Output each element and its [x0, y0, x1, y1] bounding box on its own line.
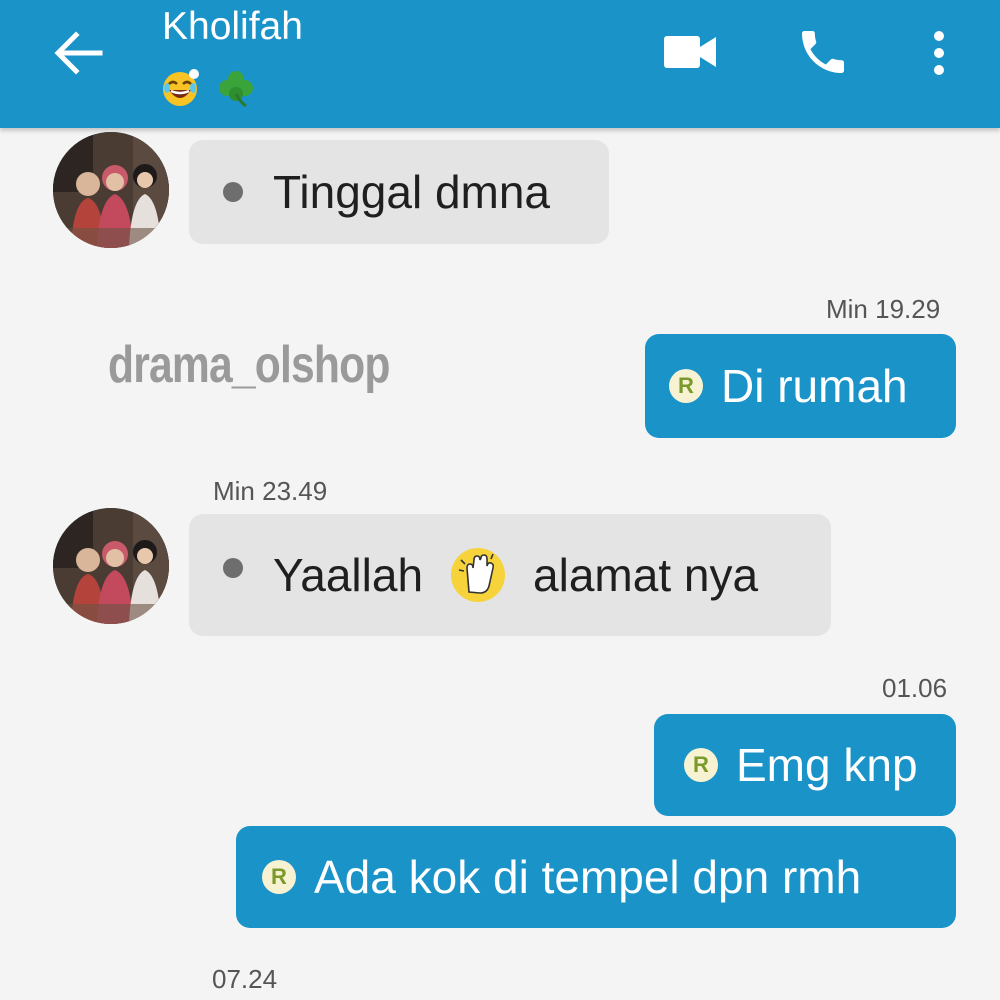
message-bubble-outgoing[interactable]: R Di rumah	[645, 334, 956, 438]
message-timestamp: Min 23.49	[213, 476, 328, 506]
high-five-emoji-icon	[451, 548, 506, 602]
contact-avatar[interactable]	[53, 132, 169, 248]
read-receipt-badge: R	[684, 748, 718, 782]
voice-call-button[interactable]	[795, 24, 851, 80]
video-call-icon	[664, 36, 716, 68]
message-text-start: Yaallah	[273, 549, 424, 601]
more-options-button[interactable]	[926, 28, 952, 78]
chat-header: Kholifah	[0, 0, 1000, 128]
message-text: Ada kok di tempel dpn rmh	[314, 851, 862, 903]
back-arrow-icon	[54, 31, 103, 75]
message-bubble-incoming[interactable]: Tinggal dmna	[189, 140, 609, 244]
message-text: Emg knp	[736, 739, 918, 791]
message-timestamp: 07.24	[212, 964, 278, 994]
contact-status	[160, 66, 256, 110]
message-text: Di rumah	[721, 360, 908, 412]
clover-emoji-icon	[219, 71, 253, 108]
contact-name[interactable]: Kholifah	[162, 2, 303, 52]
unread-dot	[223, 558, 243, 578]
message-timestamp: 01.06	[882, 673, 948, 703]
unread-dot	[223, 182, 243, 202]
message-bubble-outgoing[interactable]: R Ada kok di tempel dpn rmh	[236, 826, 956, 928]
message-timestamp: Min 19.29	[826, 294, 941, 324]
back-button[interactable]	[52, 30, 104, 76]
contact-avatar[interactable]	[53, 508, 169, 624]
video-call-button[interactable]	[662, 32, 718, 72]
read-receipt-badge: R	[262, 860, 296, 894]
message-bubble-outgoing[interactable]: R Emg knp	[654, 714, 956, 816]
message-bubble-incoming[interactable]: Yaallah alamat nya	[189, 514, 831, 636]
read-receipt-badge: R	[669, 369, 703, 403]
message-text-end: alamat nya	[533, 549, 759, 601]
laughing-emoji-icon	[163, 69, 199, 106]
phone-icon	[802, 31, 844, 73]
watermark-text: drama_olshop	[108, 336, 390, 394]
more-vert-icon	[934, 31, 944, 75]
message-text: Tinggal dmna	[273, 166, 551, 218]
